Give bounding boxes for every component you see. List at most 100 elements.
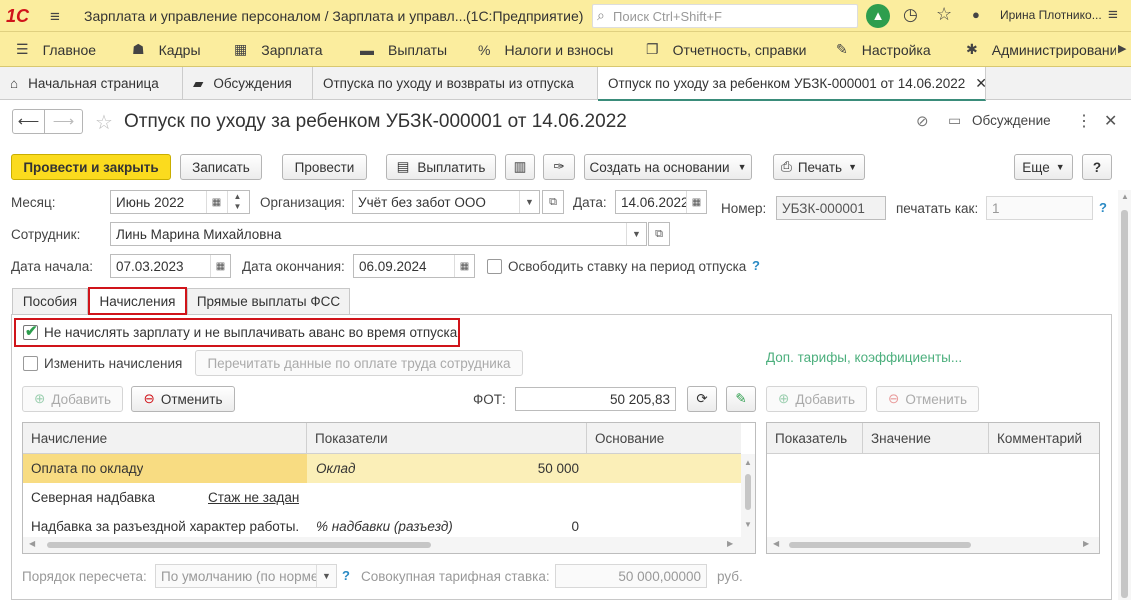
extra-rates-link[interactable]: Доп. тарифы, коэффициенты...	[766, 350, 962, 365]
menu-item-taxes[interactable]: % Налоги и взносы	[478, 32, 613, 67]
user-name[interactable]: Ирина Плотнико...	[1000, 8, 1102, 22]
menu-item-hr[interactable]: ☗ Кадры	[132, 32, 201, 67]
menu-item-main[interactable]: ☰ Главное	[16, 32, 96, 67]
vertical-scrollbar[interactable]: ▲ ▼	[741, 454, 755, 539]
post-button[interactable]: Провести	[282, 154, 367, 180]
calendar-icon[interactable]: ▦	[686, 191, 706, 213]
print-button[interactable]: ⎙ Печать ▼	[773, 154, 865, 180]
user-icon[interactable]: ●	[972, 7, 980, 22]
menu-item-admin[interactable]: ✱ Администрировани	[966, 32, 1116, 67]
scroll-up-icon[interactable]: ▲	[744, 458, 752, 467]
scroll-down-icon[interactable]: ▼	[744, 520, 752, 529]
favorites-icon[interactable]: ☆	[936, 4, 952, 25]
tab-discussions[interactable]: ▰ Обсуждения	[183, 67, 313, 100]
chevron-down-icon[interactable]: ▼	[626, 223, 646, 245]
tab-current-document[interactable]: Отпуск по уходу за ребенком УБЗК-000001 …	[598, 67, 986, 101]
refresh-icon[interactable]: ⟳	[687, 386, 717, 412]
scrollbar-thumb[interactable]	[789, 542, 971, 548]
chevron-down-icon[interactable]: ▼	[519, 191, 539, 213]
tab-leave-list[interactable]: Отпуска по уходу и возвраты из отпуска	[313, 67, 598, 100]
open-icon[interactable]: ⧉	[648, 222, 670, 246]
column-header-basis[interactable]: Основание	[587, 423, 741, 454]
back-button[interactable]: ⟵	[12, 109, 45, 134]
column-header-comment[interactable]: Комментарий	[989, 423, 1099, 454]
organization-field[interactable]: Учёт без забот ООО ▼	[352, 190, 540, 214]
month-field[interactable]: Июнь 2022 ▦ ▲ ▼	[110, 190, 250, 214]
horizontal-scrollbar[interactable]: ◀ ▶	[23, 537, 755, 553]
right-add-button[interactable]: ⊕ Добавить	[766, 386, 867, 412]
menu-item-salary[interactable]: ▦ Зарплата	[234, 32, 323, 67]
discussion-link[interactable]: Обсуждение	[972, 113, 1051, 128]
help-icon[interactable]: ?	[342, 568, 350, 583]
fot-field[interactable]: 50 205,83	[515, 387, 676, 411]
calendar-icon[interactable]: ▦	[454, 255, 474, 277]
total-rate-field[interactable]: 50 000,00000	[555, 564, 707, 588]
save-button[interactable]: Записать	[180, 154, 262, 180]
no-salary-checkbox[interactable]: ✔	[23, 323, 38, 340]
scroll-left-icon[interactable]: ◀	[29, 539, 35, 548]
seniority-link[interactable]: Стаж не задан	[208, 490, 299, 505]
scroll-right-icon[interactable]: ▶	[1083, 539, 1089, 548]
calendar-icon[interactable]: ▦	[210, 255, 230, 277]
table-row[interactable]: Надбавка за разъездной характер работы. …	[23, 512, 741, 537]
scrollbar-thumb[interactable]	[745, 474, 751, 510]
column-header-value[interactable]: Значение	[863, 423, 989, 454]
close-icon[interactable]: ✕	[1104, 111, 1117, 131]
tab-home[interactable]: ⌂ Начальная страница	[0, 67, 183, 100]
edit-icon[interactable]: ✎	[726, 386, 756, 412]
scroll-up-icon[interactable]: ▲	[1121, 192, 1129, 201]
page-scrollbar[interactable]: ▲	[1118, 190, 1131, 600]
menu-item-payments[interactable]: ▬ Выплаты	[360, 32, 447, 67]
print-as-field[interactable]: 1	[986, 196, 1093, 220]
help-icon[interactable]: ?	[752, 258, 760, 273]
attachment-icon[interactable]: ✑	[543, 154, 575, 180]
favorite-star-icon[interactable]: ☆	[95, 110, 113, 135]
right-cancel-button[interactable]: ⊖ Отменить	[876, 386, 979, 412]
start-date-field[interactable]: 07.03.2023 ▦	[110, 254, 231, 278]
create-based-on-button[interactable]: Создать на основании ▼	[584, 154, 752, 180]
help-button[interactable]: ?	[1082, 154, 1112, 180]
scroll-left-icon[interactable]: ◀	[773, 539, 779, 548]
column-header-indicator[interactable]: Показатель	[767, 423, 863, 454]
horizontal-scrollbar[interactable]: ◀ ▶	[767, 537, 1099, 553]
number-field[interactable]: УБЗК-000001	[776, 196, 886, 220]
more-actions-icon[interactable]: ⋮	[1076, 111, 1092, 131]
post-and-close-button[interactable]: Провести и закрыть	[11, 154, 171, 180]
date-field[interactable]: 14.06.2022 ▦	[615, 190, 707, 214]
free-rate-checkbox[interactable]	[487, 259, 502, 274]
tab-benefits[interactable]: Пособия	[12, 288, 88, 314]
menu-item-settings[interactable]: ✎ Настройка	[836, 32, 931, 67]
end-date-field[interactable]: 06.09.2024 ▦	[353, 254, 475, 278]
menu-item-reports[interactable]: ❐ Отчетность, справки	[646, 32, 806, 67]
pay-button[interactable]: ▤ Выплатить	[386, 154, 496, 180]
cancel-button[interactable]: ⊖ Отменить	[131, 386, 235, 412]
discussion-icon[interactable]: ▭	[948, 112, 961, 129]
scroll-right-icon[interactable]: ▶	[1118, 42, 1126, 55]
search-input[interactable]: ⌕ Поиск Ctrl+Shift+F	[592, 4, 858, 28]
change-accruals-checkbox[interactable]	[23, 356, 38, 371]
stepper-icon[interactable]: ▲ ▼	[227, 191, 247, 213]
scrollbar-thumb[interactable]	[1121, 210, 1128, 598]
menu-lines-icon[interactable]: ≡	[50, 7, 60, 27]
tab-accruals[interactable]: Начисления	[88, 287, 187, 315]
notifications-icon[interactable]: ▲	[866, 4, 890, 28]
employee-field[interactable]: Линь Марина Михайловна ▼	[110, 222, 647, 246]
column-header-accrual[interactable]: Начисление	[23, 423, 307, 454]
more-button[interactable]: Еще ▼	[1014, 154, 1073, 180]
scroll-right-icon[interactable]: ▶	[727, 539, 733, 548]
calendar-icon[interactable]: ▦	[206, 191, 226, 213]
help-icon[interactable]: ?	[1099, 200, 1107, 215]
tab-fss-payments[interactable]: Прямые выплаты ФСС	[187, 288, 350, 314]
add-button[interactable]: ⊕ Добавить	[22, 386, 123, 412]
table-row[interactable]: Оплата по окладу Оклад 50 000	[23, 454, 741, 483]
forward-button[interactable]: ⟶	[45, 109, 83, 134]
close-icon[interactable]: ✕	[975, 75, 985, 92]
settings-menu-icon[interactable]: ≡	[1108, 5, 1118, 25]
ledger-icon[interactable]: ▥	[505, 154, 535, 180]
link-icon[interactable]: ⊘	[916, 112, 929, 130]
history-icon[interactable]: ◷	[903, 5, 918, 25]
recalc-order-field[interactable]: По умолчанию (по норме ▼	[155, 564, 337, 588]
reread-button[interactable]: Перечитать данные по оплате труда сотруд…	[195, 350, 523, 376]
scrollbar-thumb[interactable]	[47, 542, 431, 548]
open-icon[interactable]: ⧉	[542, 190, 564, 214]
